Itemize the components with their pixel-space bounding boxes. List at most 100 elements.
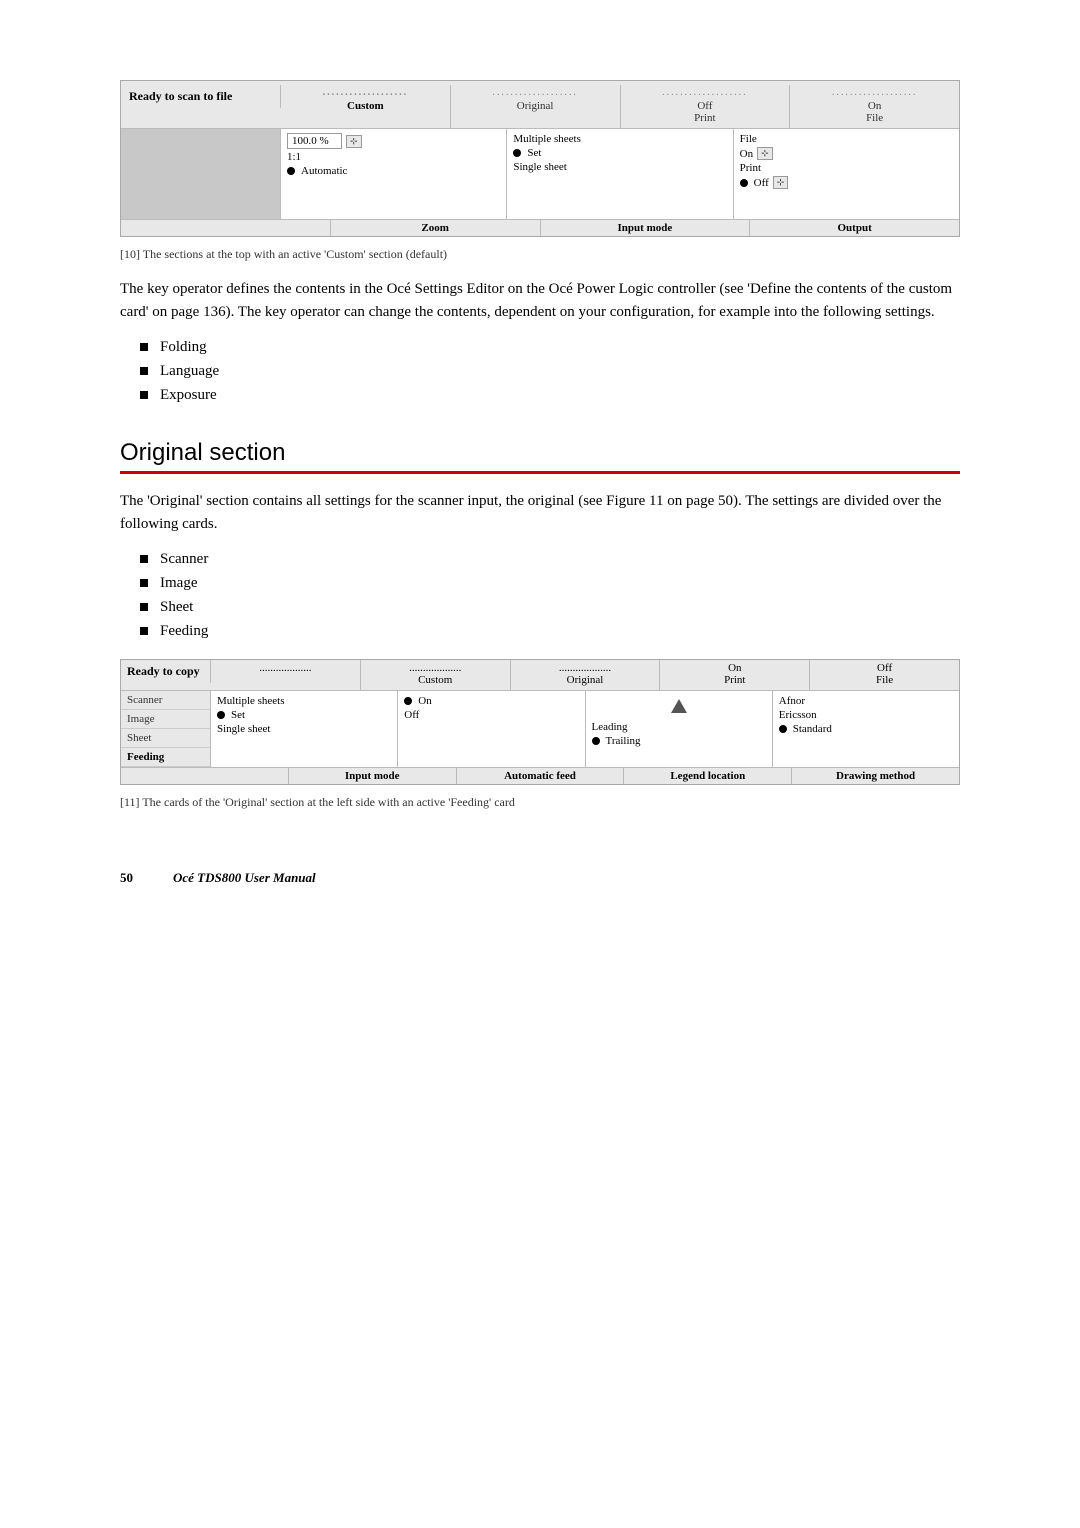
fig10-output-on: On — [740, 148, 753, 160]
bullet-square-language — [140, 367, 148, 375]
figure10-caption: [10] The sections at the top with an act… — [120, 247, 960, 262]
fig10-footer-zoom: Zoom — [331, 220, 541, 236]
fig10-output-row4: Off ⊹ — [740, 176, 953, 189]
fig10-header-label: Ready to scan to file — [121, 85, 281, 108]
bullet-image: Image — [140, 571, 960, 595]
fig11-legend-leading: Leading — [592, 721, 628, 733]
bullet-feeding-text: Feeding — [160, 619, 208, 643]
fig10-output-row1: File — [740, 133, 953, 145]
fig10-tab-print[interactable]: ................... Off Print — [621, 85, 791, 128]
figure-10: Ready to scan to file ..................… — [120, 80, 960, 237]
body-text-1: The key operator defines the contents in… — [120, 278, 960, 323]
fig11-legend-panel: Leading Trailing — [586, 691, 773, 767]
fig11-tab-custom-dots: ................... — [409, 662, 461, 674]
fig11-sidebar-scanner[interactable]: Scanner — [121, 691, 210, 710]
bullet-square-folding — [140, 343, 148, 351]
page-footer: 50 Océ TDS800 User Manual — [120, 870, 960, 886]
fig10-output-off-label: Off — [754, 177, 769, 189]
fig11-header-label: Ready to copy — [121, 660, 211, 683]
figure-11: Ready to copy ................... ......… — [120, 659, 960, 785]
fig10-tab-file-sub1: On — [868, 100, 881, 112]
fig11-drawing-row1: Afnor — [779, 695, 953, 707]
fig10-tab-print-sub2: Print — [694, 112, 715, 124]
fig10-tab-custom-label: Custom — [347, 100, 384, 112]
fig10-inputmode-set-radio — [513, 149, 521, 157]
fig10-inputmode-row3: Single sheet — [513, 161, 726, 173]
fig11-footer-spacer — [121, 768, 289, 784]
fig11-tab-print[interactable]: On Print — [660, 660, 810, 690]
fig10-output-print: Print — [740, 162, 761, 174]
bullet-square-sheet — [140, 603, 148, 611]
bullet-square-feeding — [140, 627, 148, 635]
fig11-drawing-row2: Ericsson — [779, 709, 953, 721]
fig10-zoom-row2: 1:1 — [287, 151, 500, 163]
fig11-autofeed-row1: On — [404, 695, 578, 707]
fig10-header: Ready to scan to file ..................… — [121, 81, 959, 129]
fig11-tab-empty[interactable]: ................... — [211, 660, 361, 690]
fig11-inputmode-panel: Multiple sheets Set Single sheet — [211, 691, 398, 767]
fig10-tab-custom-dots: ................... — [323, 87, 409, 98]
manual-title: Océ TDS800 User Manual — [173, 870, 316, 886]
fig11-tab-original-dots: ................... — [559, 662, 611, 674]
fig11-tab-file[interactable]: Off File — [810, 660, 959, 690]
fig11-panels: Multiple sheets Set Single sheet On — [211, 691, 959, 767]
fig11-drawing-standard-label: Standard — [793, 723, 832, 735]
fig10-output-spinner[interactable]: ⊹ — [757, 147, 773, 160]
fig10-tab-custom[interactable]: ................... Custom — [281, 85, 451, 128]
fig10-output-off-spinner[interactable]: ⊹ — [773, 176, 789, 189]
bullet-scanner: Scanner — [140, 547, 960, 571]
fig10-inputmode-row2: Set — [513, 147, 726, 159]
fig11-drawing-ericsson: Ericsson — [779, 709, 817, 721]
fig11-tab-file-sub2: File — [876, 674, 893, 686]
bullet-language: Language — [140, 359, 960, 383]
bullet-folding-text: Folding — [160, 335, 207, 359]
fig11-legend-row2: Trailing — [592, 735, 766, 747]
fig10-footer-inputmode: Input mode — [541, 220, 751, 236]
fig10-output-row2: On ⊹ — [740, 147, 953, 160]
fig10-output-off-radio — [740, 179, 748, 187]
fig10-inputmode-multiple: Multiple sheets — [513, 133, 581, 145]
fig10-tab-file-dots: ................... — [832, 87, 918, 98]
fig10-inputmode-panel: Multiple sheets Set Single sheet — [507, 129, 733, 219]
fig11-legend-trailing-label: Trailing — [606, 735, 641, 747]
fig11-footer: Input mode Automatic feed Legend locatio… — [121, 767, 959, 784]
fig11-drawing-row3: Standard — [779, 723, 953, 735]
fig10-zoom-input[interactable]: 100.0 % — [287, 133, 342, 149]
fig11-tab-empty-dots: ................... — [259, 662, 311, 674]
page-number: 50 — [120, 870, 133, 886]
fig10-tab-file[interactable]: ................... On File — [790, 85, 959, 128]
fig10-tab-original-label: Original — [517, 100, 554, 112]
bullet-feeding: Feeding — [140, 619, 960, 643]
bullet-square-scanner — [140, 555, 148, 563]
fig11-legend-row1: Leading — [592, 721, 766, 733]
fig11-tab-file-sub1: Off — [877, 662, 892, 674]
fig10-footer-output: Output — [750, 220, 959, 236]
fig11-tab-print-sub2: Print — [724, 674, 745, 686]
bullet-square-image — [140, 579, 148, 587]
fig11-legend-trailing-radio — [592, 737, 600, 745]
fig11-sidebar: Scanner Image Sheet Feeding — [121, 691, 211, 767]
fig10-tab-file-sub2: File — [866, 112, 883, 124]
bullet-scanner-text: Scanner — [160, 547, 208, 571]
bullet-square-exposure — [140, 391, 148, 399]
fig11-drawing-panel: Afnor Ericsson Standard — [773, 691, 959, 767]
fig11-tab-original[interactable]: ................... Original — [511, 660, 661, 690]
fig11-tab-original-label: Original — [567, 674, 604, 686]
fig10-tab-print-dots: ................... — [662, 87, 748, 98]
fig11-autofeed-row2: Off — [404, 709, 578, 721]
fig11-sidebar-feeding[interactable]: Feeding — [121, 748, 210, 767]
fig10-inputmode-single: Single sheet — [513, 161, 566, 173]
fig11-inputmode-row2: Set — [217, 709, 391, 721]
fig11-tab-custom[interactable]: ................... Custom — [361, 660, 511, 690]
fig10-body-left — [121, 129, 281, 219]
fig11-sidebar-sheet[interactable]: Sheet — [121, 729, 210, 748]
bullet-exposure-text: Exposure — [160, 383, 217, 407]
fig11-tab-custom-label: Custom — [418, 674, 452, 686]
fig11-sidebar-image[interactable]: Image — [121, 710, 210, 729]
fig11-tab-print-sub1: On — [728, 662, 741, 674]
fig10-zoom-spinner[interactable]: ⊹ — [346, 135, 362, 148]
fig10-tab-original[interactable]: ................... Original — [451, 85, 621, 128]
fig10-zoom-panel: 100.0 % ⊹ 1:1 Automatic — [281, 129, 507, 219]
body-text-2: The 'Original' section contains all sett… — [120, 490, 960, 535]
bullet-sheet-text: Sheet — [160, 595, 193, 619]
